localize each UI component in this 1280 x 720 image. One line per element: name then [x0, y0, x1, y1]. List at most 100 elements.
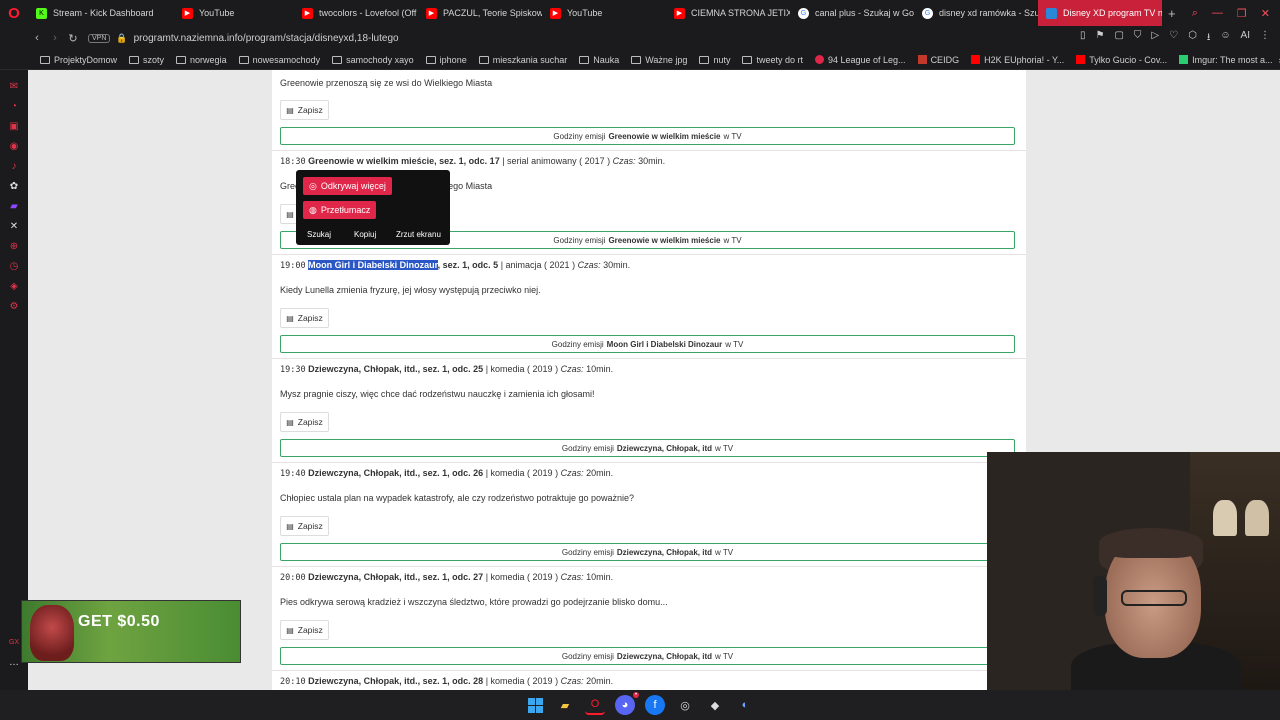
bookmark-folder[interactable]: mieszkania suchar — [473, 55, 574, 65]
mail-icon[interactable]: ✉ — [8, 80, 20, 92]
obs-icon[interactable]: ◎ — [675, 695, 695, 715]
file-explorer-icon[interactable]: ▰ — [555, 695, 575, 715]
program-title[interactable]: Greenowie w wielkim mieście, sez. 1, odc… — [308, 156, 500, 166]
bookmark-link[interactable]: Tylko Gucio - Cov... — [1070, 55, 1173, 65]
airtimes-link[interactable]: Godziny emisji Dziewczyna, Chłopak, itd w … — [280, 439, 1015, 457]
tab[interactable]: ▶ PACZUL, Teorie Spiskow — [418, 0, 542, 26]
copy-menu-item[interactable]: Kopiuj — [354, 230, 376, 239]
play-icon[interactable]: ▷ — [1151, 30, 1159, 47]
save-button[interactable]: ▤Zapisz — [280, 620, 329, 640]
screenshot-menu-item[interactable]: Zrzut ekranu — [396, 230, 441, 239]
save-button[interactable]: ▤Zapisz — [280, 100, 329, 120]
add-icon[interactable]: ⊕ — [8, 240, 20, 252]
bookmark-folder[interactable]: ProjektyDomow — [34, 55, 123, 65]
history-icon[interactable]: ◔ — [8, 100, 20, 112]
bookmark-link[interactable]: H2K EUphoria! - Y... — [965, 55, 1070, 65]
bookmark-icon[interactable]: ⚑ — [1096, 30, 1105, 47]
airtimes-link[interactable]: Godziny emisji Dziewczyna, Chłopak, itd w … — [280, 543, 1015, 561]
ad-banner[interactable]: GET $0.50 — [21, 600, 241, 663]
wallet-icon[interactable]: ▣ — [8, 120, 20, 132]
tab[interactable]: ▶ YouTube — [542, 0, 666, 26]
bookmark-folder[interactable]: szoty — [123, 55, 170, 65]
airtimes-link[interactable]: Godziny emisji Moon Girl i Diabelski Dino… — [280, 335, 1015, 353]
tab[interactable]: K Stream - Kick Dashboard — [28, 0, 174, 26]
program-title[interactable]: Dziewczyna, Chłopak, itd., sez. 1, odc. … — [308, 364, 483, 374]
bookmark-folder[interactable]: samochody xayo — [326, 55, 420, 65]
ai-icon[interactable]: AI — [1241, 30, 1250, 47]
airtimes-link[interactable]: Godziny emisji Greenowie w wielkim mieści… — [280, 127, 1015, 145]
lock-icon[interactable]: 🔒 — [116, 33, 127, 44]
close-window-icon[interactable]: ✕ — [1261, 7, 1270, 20]
program-title-selected[interactable]: Moon Girl i Diabelski Dinozaur — [308, 260, 438, 270]
more-icon[interactable]: … — [8, 656, 20, 668]
messenger-icon[interactable]: ◉ — [8, 140, 20, 152]
vpn-badge[interactable]: VPN — [88, 33, 111, 43]
save-button[interactable]: ▤Zapisz — [280, 308, 329, 328]
discover-more-button[interactable]: ◎ Odkrywaj więcej — [303, 177, 392, 195]
forward-icon[interactable]: › — [46, 32, 64, 44]
twitch-icon[interactable]: ▰ — [8, 200, 20, 212]
program-title[interactable]: Dziewczyna, Chłopak, itd., sez. 1, odc. … — [308, 676, 483, 686]
tab[interactable]: ▶ YouTube — [174, 0, 294, 26]
bookmark-folder[interactable]: tweety do rt — [736, 55, 809, 65]
site-icon — [917, 55, 927, 64]
save-button[interactable]: ▤Zapisz — [280, 516, 329, 536]
music-icon[interactable]: ♪ — [8, 160, 20, 172]
opera-gx-icon[interactable]: O — [585, 695, 605, 715]
clock-icon[interactable]: ◷ — [8, 260, 20, 272]
tab[interactable]: Gcanal plus - Szukaj w Go — [790, 0, 914, 26]
facebook-icon[interactable]: f — [645, 695, 665, 715]
tab[interactable]: Gdisney xd ramówka - Szu — [914, 0, 1038, 26]
heart-icon[interactable]: ♡ — [1169, 30, 1178, 47]
search-menu-item[interactable]: Szukaj — [307, 230, 331, 239]
tab[interactable]: ▶ twocolors - Lovefool (Off — [294, 0, 418, 26]
translate-button[interactable]: ◍ Przetłumacz — [303, 201, 377, 219]
sidebar-icon[interactable]: ▯ — [1080, 30, 1086, 47]
new-tab-icon[interactable]: + — [1162, 6, 1182, 21]
discord-icon[interactable]: ◕ • — [615, 692, 639, 715]
openai-icon[interactable]: ✿ — [8, 180, 20, 192]
bookmark-link[interactable]: CEIDG — [912, 55, 966, 65]
steam-icon[interactable]: ◆ — [705, 695, 725, 715]
download-icon[interactable]: ⭳ — [1207, 30, 1211, 47]
snapshot-icon[interactable]: ▢ — [1114, 30, 1123, 47]
extensions-icon[interactable]: ⬡ — [1188, 30, 1197, 47]
bookmark-link[interactable]: Imgur: The most a... — [1173, 55, 1278, 65]
bookmark-label: tweety do rt — [756, 54, 803, 65]
bookmark-link[interactable]: 94 League of Leg... — [809, 55, 912, 65]
shield-icon[interactable]: ⛉ — [1134, 30, 1142, 47]
bookmark-folder[interactable]: Nauka — [573, 55, 625, 65]
tab-active[interactable]: Disney XD program TV na✕ — [1038, 0, 1162, 26]
gx-icon[interactable]: GX — [8, 636, 20, 648]
maximize-icon[interactable]: ❐ — [1237, 7, 1247, 20]
bookmark-folder[interactable]: nuty — [693, 55, 736, 65]
bookmark-folder[interactable]: Ważne jpg — [625, 55, 693, 65]
program-title-rest[interactable]: , sez. 1, odc. 5 — [438, 260, 499, 270]
folder-icon — [699, 55, 710, 64]
bookmark-label: H2K EUphoria! - Y... — [984, 54, 1065, 65]
profile-icon[interactable]: ☺ — [1220, 30, 1230, 47]
back-icon[interactable]: ‹ — [28, 32, 46, 44]
program-desc: Greenowie przenoszą się ze wsi do Wielki… — [280, 78, 493, 88]
bookmark-folder[interactable]: iphone — [420, 55, 473, 65]
cube-icon[interactable]: ◈ — [8, 280, 20, 292]
url-field[interactable]: programtv.naziemna.info/program/stacja/d… — [134, 33, 399, 44]
app-icon[interactable]: ◐ — [735, 695, 755, 715]
minimize-icon[interactable]: — — [1212, 7, 1223, 20]
program-title[interactable]: Dziewczyna, Chłopak, itd., sez. 1, odc. … — [308, 572, 483, 582]
menu-icon[interactable]: ⋮ — [1260, 30, 1270, 47]
search-icon[interactable]: ⌕ — [1192, 7, 1198, 20]
site-icon — [1076, 55, 1086, 64]
x-icon[interactable]: ✕ — [8, 220, 20, 232]
bookmark-folder[interactable]: norwegia — [170, 55, 233, 65]
start-button[interactable] — [525, 695, 545, 715]
reload-icon[interactable]: ↻ — [64, 32, 82, 45]
tab[interactable]: ▶ CIEMNA STRONA JETIX — [666, 0, 790, 26]
airtimes-link[interactable]: Godziny emisji Dziewczyna, Chłopak, itd w … — [280, 647, 1015, 665]
save-button[interactable]: ▤Zapisz — [280, 412, 329, 432]
bookmark-folder[interactable]: nowesamochody — [233, 55, 327, 65]
program-title[interactable]: Dziewczyna, Chłopak, itd., sez. 1, odc. … — [308, 468, 483, 478]
settings-icon[interactable]: ⚙ — [8, 300, 20, 312]
opera-menu-icon[interactable]: O — [0, 0, 28, 26]
program-desc: Kiedy Lunella zmienia fryzurę, jej włosy… — [280, 285, 541, 295]
